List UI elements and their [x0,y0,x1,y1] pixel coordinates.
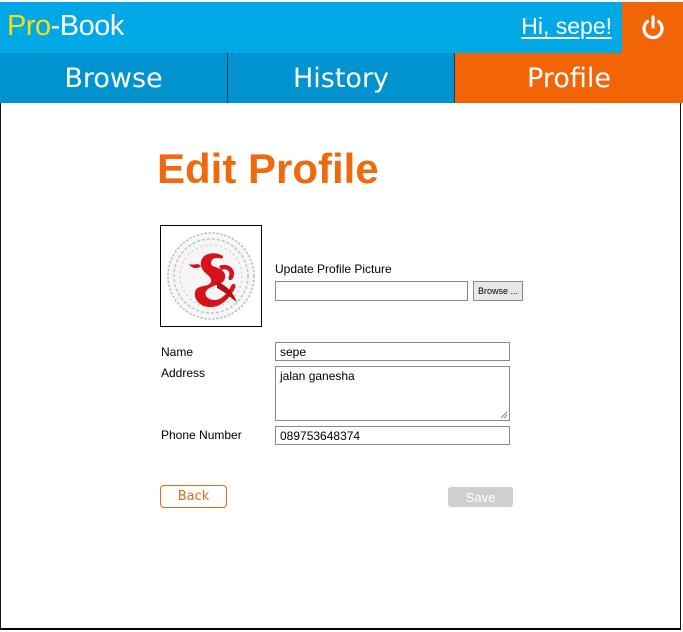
address-value: jalan ganesha [280,369,355,383]
avatar-image [167,232,255,320]
save-button[interactable]: Save [448,487,513,507]
phone-field[interactable]: 089753648374 [275,426,510,445]
back-button[interactable]: Back [160,485,227,508]
logo-book: -Book [50,10,125,42]
avatar [160,225,262,327]
upload-picture-label: Update Profile Picture [275,262,392,276]
address-textarea[interactable]: jalan ganesha [275,366,510,421]
logout-button[interactable] [622,2,683,53]
tab-browse[interactable]: Browse [0,53,228,103]
power-icon [641,14,664,39]
address-label: Address [161,366,206,380]
browse-button[interactable]: Browse ... [473,281,523,301]
main-nav: Browse History Profile [0,53,683,103]
top-bar-edge [0,0,683,2]
page-title: Edit Profile [157,145,379,192]
logo-pro: Pro [7,10,51,42]
top-bar: Pro-Book Hi, sepe! [0,0,683,53]
name-field[interactable]: sepe [275,342,510,361]
profile-picture-file-field[interactable] [275,281,468,301]
tab-profile[interactable]: Profile [455,53,683,103]
app-logo[interactable]: Pro-Book [7,10,124,43]
user-greeting-link[interactable]: Hi, sepe! [521,13,612,40]
tab-history[interactable]: History [228,53,455,103]
name-label: Name [161,345,194,359]
phone-label: Phone Number [161,428,242,442]
resize-grip-icon[interactable] [500,411,508,419]
